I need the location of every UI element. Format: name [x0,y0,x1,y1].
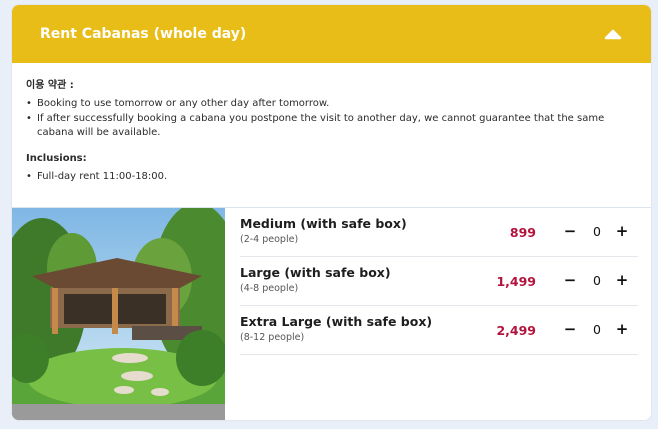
section-title: Rent Cabanas (whole day) [40,26,247,42]
inclusions-list: Full-day rent 11:00-18:00. [26,170,637,184]
terms-block: 이용 약관 : Booking to use tomorrow or any o… [12,63,651,184]
option-name: Medium (with safe box) [240,216,407,231]
increase-quantity-button[interactable]: + [613,319,631,339]
terms-item: If after successfully booking a cabana y… [26,112,637,140]
option-price: 899 [509,225,536,240]
terms-list: Booking to use tomorrow or any other day… [26,97,637,140]
decrease-quantity-button[interactable]: − [561,319,579,339]
inclusions-heading: Inclusions: [26,153,87,164]
inclusions-item: Full-day rent 11:00-18:00. [26,170,637,184]
option-price: 1,499 [496,274,536,289]
quantity-value: 0 [593,273,601,288]
option-name: Large (with safe box) [240,265,391,280]
cabana-option-large: Large (with safe box) (4-8 people) 1,499… [240,257,638,306]
cabana-photo [12,208,225,420]
section-header[interactable]: Rent Cabanas (whole day) [12,5,651,63]
cabana-option-medium: Medium (with safe box) (2-4 people) 899 … [240,208,638,257]
option-name: Extra Large (with safe box) [240,314,433,329]
chevron-up-icon [604,29,622,40]
decrease-quantity-button[interactable]: − [561,270,579,290]
decrease-quantity-button[interactable]: − [561,221,579,241]
option-price: 2,499 [496,323,536,338]
cabana-options: Medium (with safe box) (2-4 people) 899 … [240,208,638,355]
collapse-button[interactable] [602,23,624,45]
quantity-value: 0 [593,322,601,337]
cabana-option-extra-large: Extra Large (with safe box) (8-12 people… [240,306,638,355]
quantity-value: 0 [593,224,601,239]
cabana-rental-card: Rent Cabanas (whole day) 이용 약관 : Booking… [11,4,652,421]
option-capacity: (8-12 people) [240,332,305,343]
increase-quantity-button[interactable]: + [613,270,631,290]
option-capacity: (2-4 people) [240,234,299,245]
option-capacity: (4-8 people) [240,283,299,294]
terms-item: Booking to use tomorrow or any other day… [26,97,637,111]
terms-heading: 이용 약관 : [26,80,74,91]
increase-quantity-button[interactable]: + [613,221,631,241]
